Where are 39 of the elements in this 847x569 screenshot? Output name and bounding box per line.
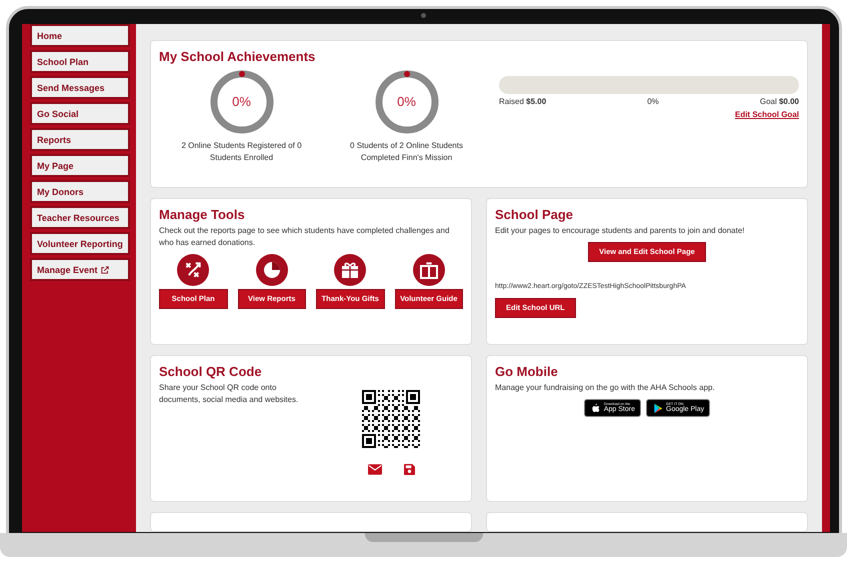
raised-text: Raised $5.00 (499, 96, 546, 108)
sidebar-item[interactable]: Reports (30, 128, 130, 151)
email-icon[interactable] (368, 464, 382, 475)
sidebar-item[interactable]: Volunteer Reporting (30, 232, 130, 255)
sidebar-item[interactable]: Manage Event (30, 258, 130, 281)
description-text: Manage your fundraising on the go with the AHA Schools app. (495, 382, 716, 394)
percent-text: 0% (232, 93, 251, 112)
ring-caption: 2 Online Students Registered of 0 Students Enrolled (180, 140, 303, 164)
progress-ring (374, 70, 438, 134)
sidebar-item[interactable]: My Page (30, 154, 130, 177)
goal-text: Goal $0.00 (760, 96, 799, 108)
qr-code (362, 390, 420, 448)
percent-text: 0% (647, 96, 659, 108)
card-title: Manage Tools (159, 207, 246, 222)
description-text: Check out the reports page to see which students have completed challenges and who has earned donations. (159, 225, 450, 249)
description-text: Edit your pages to encourage students and parents to join and donate! (495, 225, 746, 237)
percent-text: 0% (397, 93, 416, 112)
sidebar-item[interactable]: School Plan (30, 50, 130, 73)
sidebar-item[interactable]: My Donors (30, 180, 130, 203)
card-title: School QR Code (159, 364, 263, 379)
sidebar-item[interactable]: Home (30, 24, 130, 47)
progress-ring (210, 70, 274, 134)
strategy-icon[interactable] (177, 254, 210, 286)
save-icon[interactable] (404, 464, 414, 475)
play-triangle-icon (652, 402, 663, 414)
apple-logo-icon (590, 402, 601, 414)
book-icon[interactable] (412, 254, 445, 286)
description-text: Share your School QR code onto documents, social media and websites. (159, 382, 300, 406)
ring-caption: 0 Students of 2 Online Students Completed Finn's Mission (349, 140, 464, 164)
sidebar-item[interactable]: Go Social (30, 102, 130, 125)
gift-icon[interactable] (334, 254, 366, 286)
pie-chart-icon[interactable] (256, 254, 288, 286)
card-title: Go Mobile (495, 364, 559, 379)
card-title: My School Achievements (159, 49, 316, 64)
edit-goal-link[interactable]: Edit School Goal (734, 109, 799, 121)
card-title: School Page (495, 207, 574, 222)
camera-icon (421, 13, 426, 18)
sidebar-item[interactable]: Teacher Resources (30, 206, 130, 229)
sidebar-item[interactable]: Send Messages (30, 76, 130, 99)
